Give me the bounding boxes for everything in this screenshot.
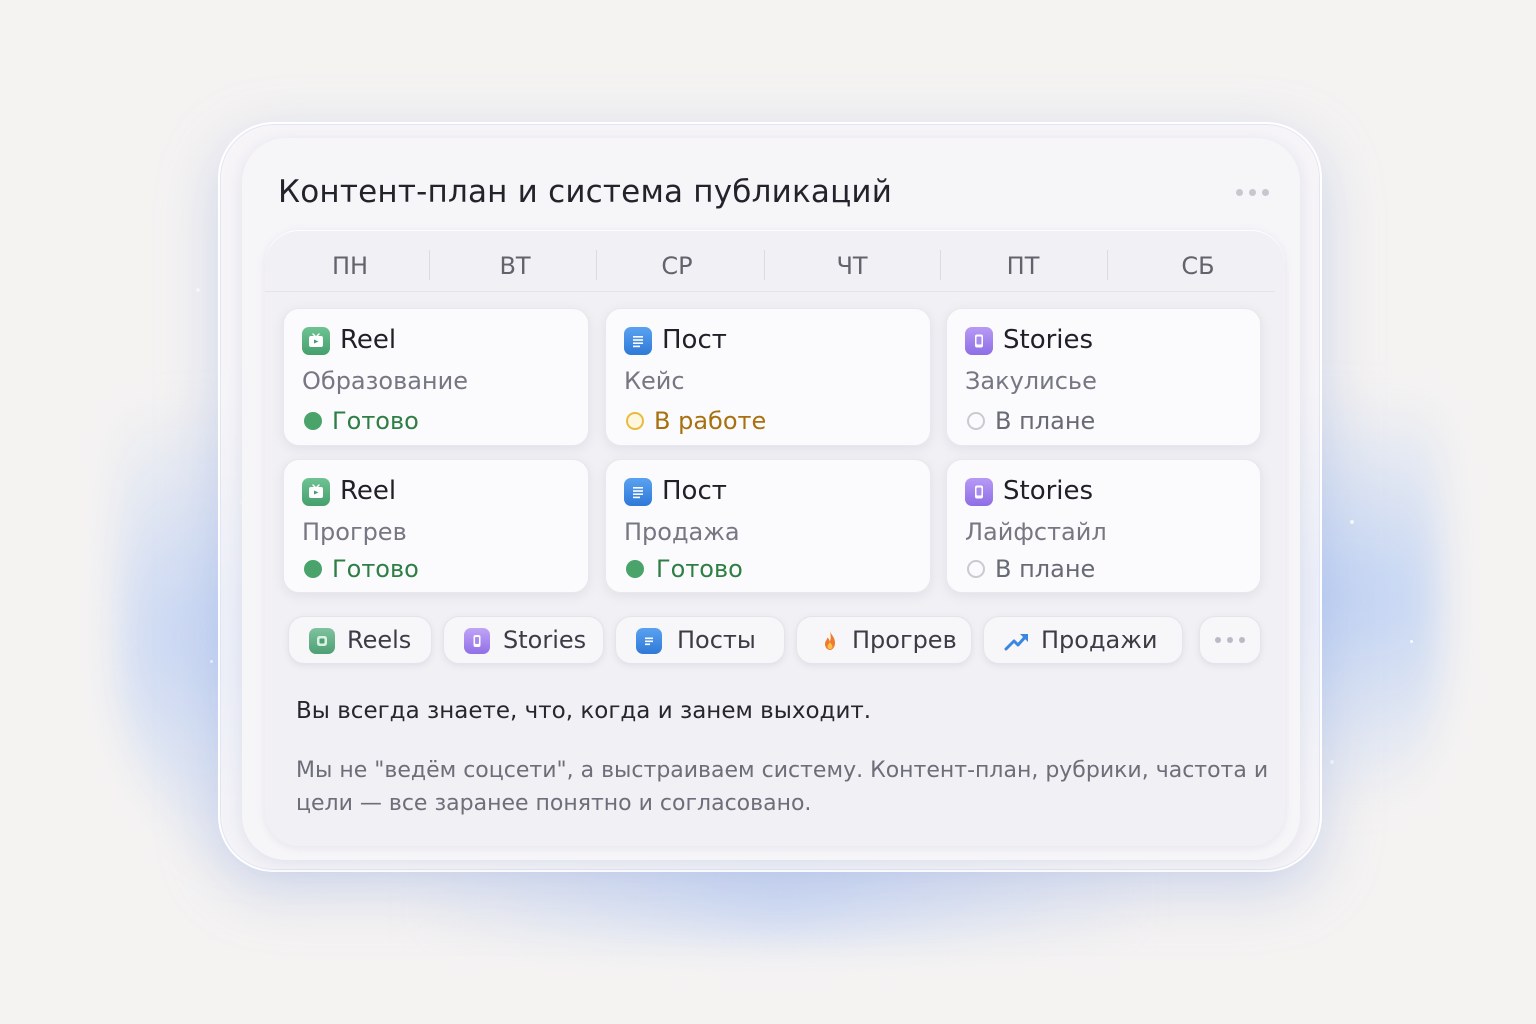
status-ready-icon — [304, 412, 322, 430]
card-topic: Образование — [302, 367, 468, 395]
status-planned-icon — [967, 412, 985, 430]
day-thu: ЧТ — [836, 252, 868, 280]
content-card-reel[interactable]: Reel Прогрев Готово — [283, 459, 589, 593]
more-dot — [1239, 637, 1245, 643]
day-sat: СБ — [1181, 252, 1215, 280]
reel-icon — [302, 327, 330, 355]
filter-chip-label: Прогрев — [852, 626, 957, 654]
weekday-header: ПН ВТ СР ЧТ ПТ СБ — [265, 244, 1275, 292]
content-card-reel[interactable]: Reel Образование Готово — [283, 308, 589, 446]
stories-icon — [965, 478, 993, 506]
more-dot — [1227, 637, 1233, 643]
more-options-icon[interactable] — [1236, 186, 1276, 198]
day-separator — [764, 250, 765, 280]
status-ready-icon — [626, 560, 644, 578]
filter-chip-label: Продажи — [1041, 626, 1158, 654]
card-type: Пост — [662, 476, 727, 506]
card-type: Пост — [662, 325, 727, 355]
filter-chip-label: Посты — [677, 626, 756, 654]
status-in-progress-icon — [626, 412, 644, 430]
day-wed: СР — [661, 252, 693, 280]
card-status: Готово — [332, 555, 419, 583]
content-card-post[interactable]: Пост Продажа Готово — [605, 459, 931, 593]
filter-chip-sales[interactable]: Продажи — [983, 616, 1183, 664]
card-status: Готово — [656, 555, 743, 583]
day-mon: ПН — [331, 252, 369, 280]
filter-chip-label: Reels — [347, 626, 412, 654]
more-dot — [1215, 637, 1221, 643]
status-ready-icon — [304, 560, 322, 578]
content-card-stories[interactable]: Stories Лайфстайл В плане — [946, 459, 1261, 593]
post-icon — [624, 327, 652, 355]
page-title: Контент-план и система публикаций — [278, 174, 893, 210]
sparkle — [196, 288, 200, 292]
card-status: В работе — [654, 407, 767, 435]
card-status: В плане — [995, 407, 1096, 435]
content-card-post[interactable]: Пост Кейс В работе — [605, 308, 931, 446]
day-separator — [596, 250, 597, 280]
day-separator — [940, 250, 941, 280]
card-topic: Продажа — [624, 518, 740, 546]
day-fri: ПТ — [1006, 252, 1040, 280]
sparkle — [210, 660, 213, 663]
card-type: Reel — [340, 325, 397, 355]
headline-text: Вы всегда знаете, что, когда и занем вых… — [296, 698, 872, 724]
card-status: В плане — [995, 555, 1096, 583]
card-topic: Прогрев — [302, 518, 407, 546]
posts-icon — [636, 628, 662, 654]
stories-icon — [965, 327, 993, 355]
stories-icon — [464, 628, 490, 654]
fire-icon — [817, 628, 843, 654]
sparkle — [1410, 640, 1413, 643]
trend-up-icon — [1004, 628, 1030, 654]
filter-chip-reels[interactable]: Reels — [288, 616, 432, 664]
sparkle — [1350, 520, 1354, 524]
day-tue: ВТ — [499, 252, 531, 280]
reel-icon — [302, 478, 330, 506]
card-status: Готово — [332, 407, 419, 435]
card-topic: Кейс — [624, 367, 685, 395]
card-topic: Лайфстайл — [965, 518, 1107, 546]
filter-chip-stories[interactable]: Stories — [443, 616, 604, 664]
more-filters-button[interactable] — [1199, 616, 1261, 664]
reels-icon — [309, 628, 335, 654]
card-type: Stories — [1003, 476, 1094, 506]
day-separator — [429, 250, 430, 280]
day-separator — [1107, 250, 1108, 280]
post-icon — [624, 478, 652, 506]
content-card-stories[interactable]: Stories Закулисье В плане — [946, 308, 1261, 446]
filter-chip-warmup[interactable]: Прогрев — [796, 616, 972, 664]
card-type: Stories — [1003, 325, 1094, 355]
status-planned-icon — [967, 560, 985, 578]
sparkle — [1330, 760, 1334, 764]
description-text: Мы не "ведём соцсети", а выстраиваем сис… — [296, 758, 1269, 816]
card-topic: Закулисье — [965, 367, 1097, 395]
card-type: Reel — [340, 476, 397, 506]
filter-chip-posts[interactable]: Посты — [615, 616, 785, 664]
filter-chip-label: Stories — [503, 626, 587, 654]
